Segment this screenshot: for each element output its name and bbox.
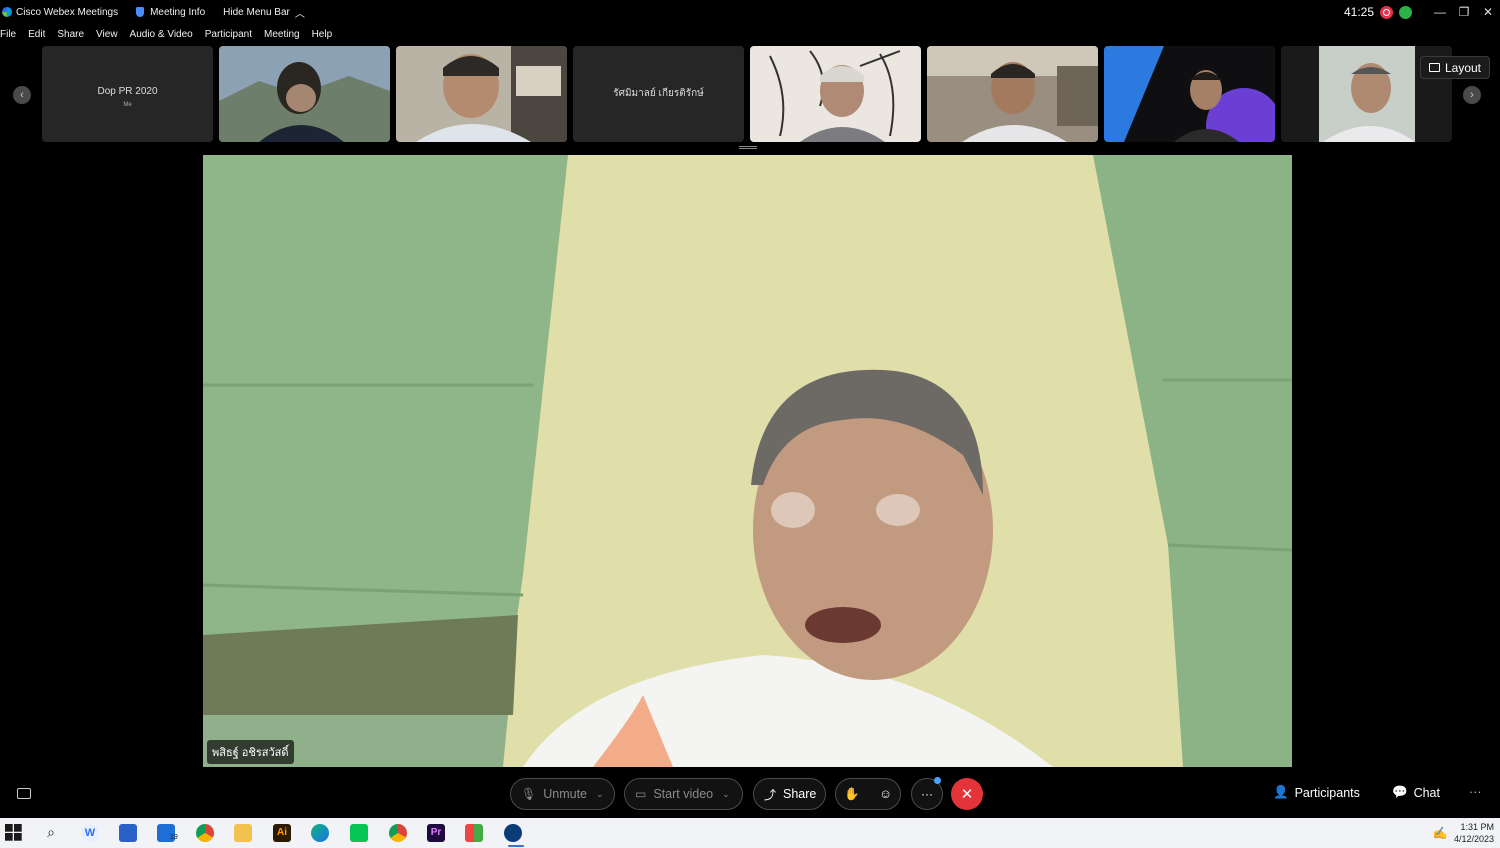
- system-clock[interactable]: 1:31 PM 4/12/2023: [1454, 821, 1494, 845]
- participant-video: [750, 46, 921, 142]
- hide-menu-bar-button[interactable]: Hide Menu Bar ︿: [223, 5, 305, 20]
- shield-icon: [136, 7, 145, 17]
- participant-tile[interactable]: [1104, 46, 1275, 142]
- close-window-button[interactable]: ✕: [1476, 5, 1500, 19]
- chat-label: Chat: [1413, 785, 1440, 800]
- participant-tile-self[interactable]: Dop PR 2020 Me: [42, 46, 213, 142]
- meeting-info-button[interactable]: Meeting Info: [136, 7, 205, 18]
- minimize-button[interactable]: —: [1428, 5, 1452, 19]
- participants-label: Participants: [1294, 785, 1360, 800]
- unmute-button[interactable]: 🎙 Unmute ⌄: [510, 778, 615, 810]
- chevron-down-icon[interactable]: ⌄: [722, 789, 730, 800]
- hide-menu-bar-label: Hide Menu Bar: [223, 6, 290, 18]
- participant-me-label: Me: [123, 102, 132, 108]
- restore-button[interactable]: ❐: [1452, 5, 1476, 19]
- chevron-down-icon[interactable]: ⌄: [596, 789, 604, 800]
- winrar-icon[interactable]: [465, 824, 483, 842]
- chrome-icon[interactable]: [389, 824, 407, 842]
- menu-share[interactable]: Share: [57, 29, 84, 40]
- participant-video: [396, 46, 567, 142]
- illustrator-icon[interactable]: Ai: [273, 824, 291, 842]
- title-bar: Cisco Webex Meetings Meeting Info Hide M…: [0, 0, 1500, 24]
- line-icon[interactable]: [350, 824, 368, 842]
- recording-icon[interactable]: [1380, 5, 1393, 19]
- filmstrip-prev-button[interactable]: ‹: [13, 86, 31, 104]
- notification-badge: [934, 777, 941, 784]
- app-title: Cisco Webex Meetings: [16, 6, 119, 18]
- close-icon: ✕: [960, 786, 974, 803]
- meeting-timer: 41:25: [1343, 5, 1374, 19]
- participant-tile[interactable]: รัศมิมาลย์ เกียรติรักษ์: [573, 46, 744, 142]
- participant-name: Dop PR 2020: [97, 86, 158, 97]
- participants-icon: 👤: [1273, 785, 1289, 799]
- start-video-button[interactable]: ▭ Start video ⌄: [624, 778, 743, 810]
- participant-video: [1104, 46, 1275, 142]
- store-icon[interactable]: [119, 824, 137, 842]
- menu-help[interactable]: Help: [312, 29, 333, 40]
- network-health-icon[interactable]: [1399, 5, 1412, 19]
- speaker-name-tag: พสิธฐ์ อชิรสวัสดิ์: [207, 740, 294, 764]
- layout-button[interactable]: Layout: [1419, 56, 1490, 79]
- active-speaker-video: พสิธฐ์ อชิรสวัสดิ์: [203, 155, 1292, 767]
- windows-taskbar: ⌕ W 19 Ai Pr ✍ 1:31 PM 4/12/2023: [0, 818, 1500, 848]
- webex-icon[interactable]: [504, 824, 522, 842]
- participant-tile[interactable]: [927, 46, 1098, 142]
- meeting-controls: 🎙 Unmute ⌄ ▭ Start video ⌄ ⤴ Share ✋ ☺ ·…: [0, 776, 1500, 812]
- panel-more-button[interactable]: ···: [1469, 785, 1482, 799]
- raise-hand-icon[interactable]: ✋: [844, 787, 860, 802]
- start-video-label: Start video: [653, 787, 714, 801]
- more-options-button[interactable]: ···: [911, 777, 943, 810]
- speaker-video-frame: [203, 155, 1292, 767]
- chevron-up-icon: ︿: [294, 8, 305, 20]
- mail-badge: 19: [170, 834, 178, 841]
- share-icon: ⤴: [764, 787, 777, 802]
- layout-label: Layout: [1444, 60, 1481, 75]
- clock-date: 4/12/2023: [1453, 834, 1494, 844]
- menu-edit[interactable]: Edit: [28, 29, 45, 40]
- reactions-icon[interactable]: ☺: [879, 787, 892, 801]
- clock-time: 1:31 PM: [1460, 822, 1494, 832]
- more-icon: ···: [921, 787, 933, 801]
- participant-video: [927, 46, 1098, 142]
- menu-participant[interactable]: Participant: [205, 29, 252, 40]
- webex-logo-icon: [2, 7, 12, 17]
- resize-handle[interactable]: [739, 146, 757, 149]
- pen-icon[interactable]: ✍: [1431, 824, 1449, 842]
- active-app-indicator: [508, 845, 524, 847]
- participant-tile[interactable]: [219, 46, 390, 142]
- menu-view[interactable]: View: [96, 29, 118, 40]
- menu-audio-video[interactable]: Audio & Video: [130, 29, 193, 40]
- chat-icon: 💬: [1392, 785, 1408, 799]
- share-label: Share: [783, 787, 817, 801]
- menu-bar: File Edit Share View Audio & Video Parti…: [0, 26, 344, 42]
- leave-meeting-button[interactable]: ✕: [951, 778, 983, 810]
- captions-icon[interactable]: [17, 788, 31, 799]
- reactions-group: ✋ ☺: [835, 778, 901, 810]
- chat-button[interactable]: 💬 Chat: [1392, 785, 1440, 800]
- layout-icon: [1428, 63, 1440, 72]
- share-button[interactable]: ⤴ Share: [753, 778, 826, 810]
- participant-filmstrip: ‹ Dop PR 2020 Me รัศมิมาลย์ เกียรติรักษ์: [0, 46, 1500, 143]
- more-icon: ···: [1469, 785, 1482, 799]
- participant-video: [219, 46, 390, 142]
- file-explorer-icon[interactable]: [234, 824, 252, 842]
- meeting-info-label: Meeting Info: [150, 6, 206, 18]
- participants-button[interactable]: 👤 Participants: [1273, 785, 1360, 800]
- premiere-icon[interactable]: Pr: [427, 824, 445, 842]
- participant-tile[interactable]: [750, 46, 921, 142]
- menu-file[interactable]: File: [0, 29, 16, 40]
- widgets-icon[interactable]: W: [81, 824, 99, 842]
- unmute-label: Unmute: [543, 787, 588, 801]
- edge-icon[interactable]: [311, 824, 329, 842]
- search-icon[interactable]: ⌕: [42, 824, 60, 842]
- mic-off-icon: 🎙: [521, 787, 537, 801]
- participant-tile[interactable]: [396, 46, 567, 142]
- participant-name: รัศมิมาลย์ เกียรติรักษ์: [613, 88, 704, 99]
- filmstrip-next-button[interactable]: ›: [1463, 86, 1481, 104]
- video-off-icon: ▭: [635, 787, 647, 801]
- windows-start-icon[interactable]: [5, 824, 23, 842]
- menu-meeting[interactable]: Meeting: [264, 29, 300, 40]
- chrome-icon[interactable]: [196, 824, 214, 842]
